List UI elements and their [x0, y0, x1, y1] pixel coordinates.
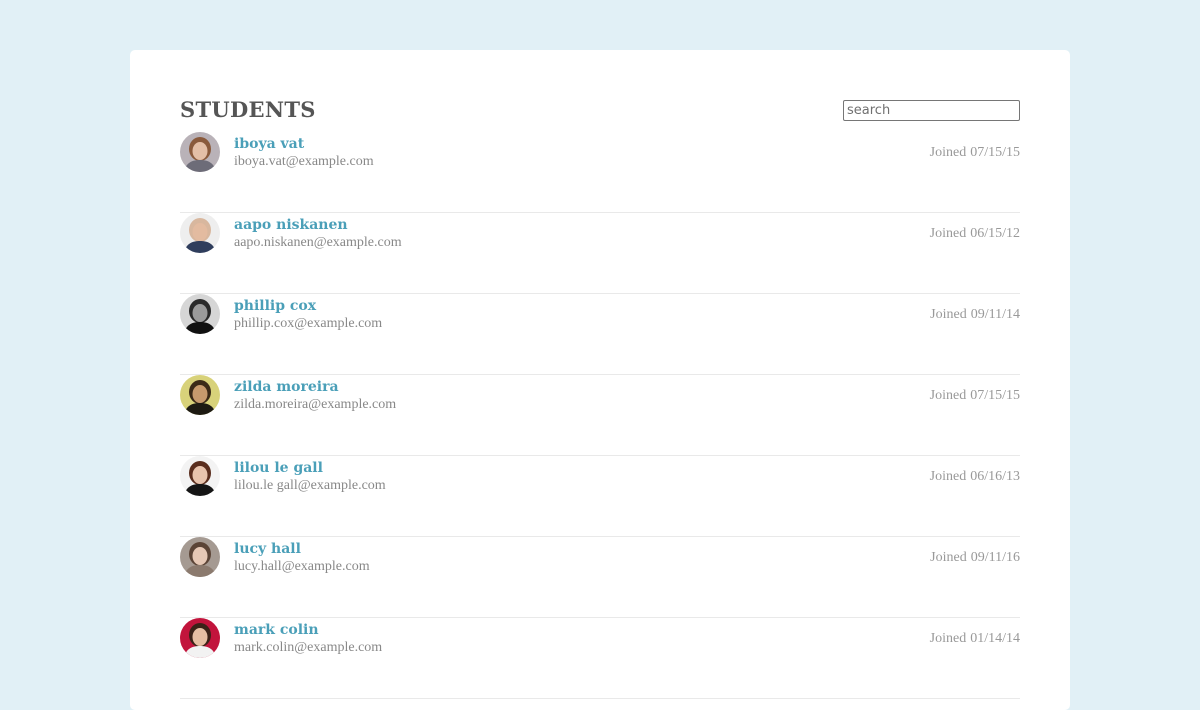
student-email: mark.colin@example.com [234, 640, 383, 655]
joined-date-value: 06/15/12 [970, 226, 1020, 241]
avatar[interactable] [180, 618, 220, 658]
student-email: iboya.vat@example.com [234, 154, 374, 169]
student-row: lucy hall lucy.hall@example.com Joined 09… [180, 537, 1020, 618]
joined-date-value: 07/15/15 [970, 145, 1020, 160]
joined-date: Joined 07/15/15 [930, 387, 1020, 405]
joined-date-value: 07/15/15 [970, 388, 1020, 403]
student-list: iboya vat iboya.vat@example.com Joined 07… [180, 132, 1020, 699]
avatar[interactable] [180, 294, 220, 334]
avatar[interactable] [180, 375, 220, 415]
avatar-portrait [180, 618, 220, 658]
page-title: STUDENTS [180, 97, 316, 122]
student-info: iboya vat iboya.vat@example.com [234, 135, 374, 171]
student-name-link[interactable]: lilou le gall [234, 459, 386, 477]
card-header: STUDENTS [180, 50, 1020, 140]
joined-date: Joined 06/15/12 [930, 225, 1020, 243]
joined-label: Joined [929, 469, 967, 484]
student-info: aapo niskanen aapo.niskanen@example.com [234, 216, 402, 252]
avatar-portrait [180, 537, 220, 577]
joined-label: Joined [930, 307, 967, 322]
joined-date: Joined 01/14/14 [930, 630, 1020, 648]
student-name-link[interactable]: iboya vat [234, 135, 374, 153]
joined-label: Joined [929, 631, 967, 646]
avatar[interactable] [180, 456, 220, 496]
student-info: lucy hall lucy.hall@example.com [234, 540, 370, 576]
student-email: aapo.niskanen@example.com [234, 235, 402, 250]
joined-label: Joined [929, 388, 967, 403]
search-input[interactable] [843, 100, 1020, 121]
joined-date: Joined 06/16/13 [930, 468, 1020, 486]
student-info: mark colin mark.colin@example.com [234, 621, 382, 657]
avatar-portrait [180, 132, 220, 172]
student-row: lilou le gall lilou.le gall@example.com … [180, 456, 1020, 537]
joined-label: Joined [930, 550, 967, 565]
avatar-portrait [180, 375, 220, 415]
joined-date: Joined 09/11/16 [930, 549, 1020, 567]
joined-date: Joined 09/11/14 [930, 306, 1020, 324]
student-name-link[interactable]: aapo niskanen [234, 216, 402, 234]
student-row: iboya vat iboya.vat@example.com Joined 07… [180, 132, 1020, 213]
avatar[interactable] [180, 537, 220, 577]
avatar[interactable] [180, 213, 220, 253]
student-row: mark colin mark.colin@example.com Joined… [180, 618, 1020, 699]
student-email: lucy.hall@example.com [234, 559, 370, 574]
student-row: phillip cox phillip.cox@example.com Join… [180, 294, 1020, 375]
student-name-link[interactable]: zilda moreira [234, 378, 396, 396]
joined-date-value: 09/11/16 [970, 550, 1020, 565]
avatar-portrait [180, 213, 220, 253]
student-name-link[interactable]: mark colin [234, 621, 382, 639]
student-email: phillip.cox@example.com [234, 316, 383, 331]
student-email: zilda.moreira@example.com [234, 397, 397, 412]
joined-date: Joined 07/15/15 [930, 144, 1020, 162]
student-name-link[interactable]: phillip cox [234, 297, 382, 315]
joined-date-value: 01/14/14 [970, 631, 1020, 646]
student-info: zilda moreira zilda.moreira@example.com [234, 378, 396, 414]
student-email: lilou.le gall@example.com [234, 478, 386, 493]
avatar[interactable] [180, 132, 220, 172]
joined-label: Joined [929, 145, 967, 160]
joined-label: Joined [929, 226, 967, 241]
student-info: phillip cox phillip.cox@example.com [234, 297, 382, 333]
student-row: aapo niskanen aapo.niskanen@example.com … [180, 213, 1020, 294]
student-name-link[interactable]: lucy hall [234, 540, 370, 558]
avatar-portrait [180, 456, 220, 496]
student-row: zilda moreira zilda.moreira@example.com … [180, 375, 1020, 456]
joined-date-value: 09/11/14 [970, 307, 1020, 322]
students-card: STUDENTS iboya vat iboya.vat@example.com… [130, 50, 1070, 710]
student-info: lilou le gall lilou.le gall@example.com [234, 459, 386, 495]
avatar-portrait [180, 294, 220, 334]
joined-date-value: 06/16/13 [970, 469, 1020, 484]
